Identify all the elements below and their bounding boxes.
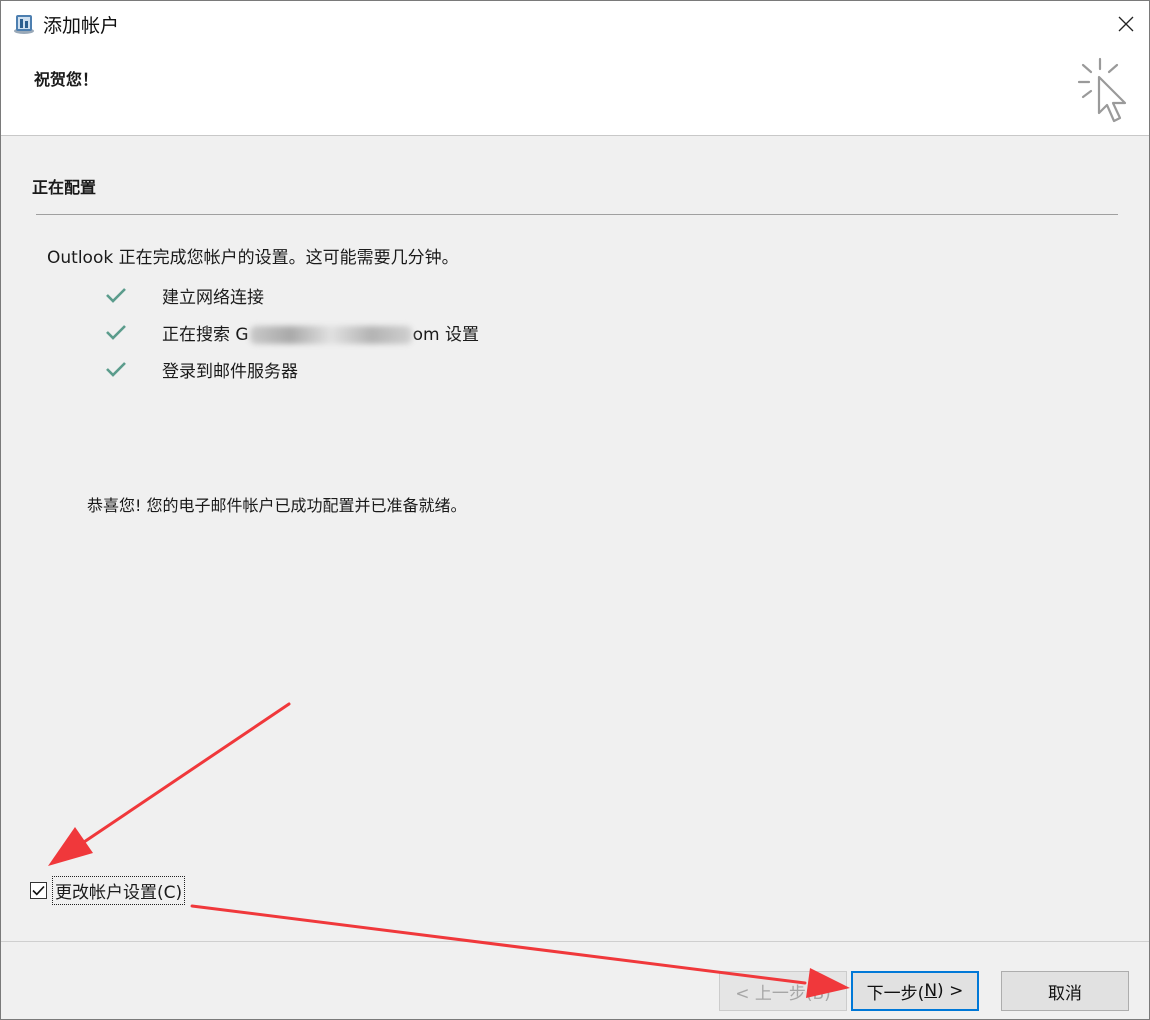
step-network: 建立网络连接 — [105, 282, 264, 308]
outlook-app-icon — [14, 15, 34, 34]
step-label-suffix: om 设置 — [412, 324, 479, 345]
checkmark-icon — [32, 885, 45, 896]
success-message: 恭喜您! 您的电子邮件帐户已成功配置并已准备就绪。 — [87, 496, 467, 515]
section-title: 正在配置 — [32, 178, 97, 197]
intro-text: Outlook 正在完成您帐户的设置。这可能需要几分钟。 — [47, 248, 459, 268]
step-label-prefix: 正在搜索 G — [162, 324, 249, 345]
step-search-settings: 正在搜索 G om 设置 — [105, 319, 479, 345]
header-title: 祝贺您！ — [34, 70, 99, 89]
step-label: 登录到邮件服务器 — [162, 361, 298, 382]
step-login: 登录到邮件服务器 — [105, 356, 298, 382]
close-button[interactable] — [1103, 1, 1149, 47]
next-label-key: N — [924, 981, 938, 1001]
redacted-email — [249, 325, 412, 344]
next-label-suffix: ) > — [937, 981, 964, 1001]
wizard-header: 祝贺您！ — [1, 47, 1149, 136]
cursor-sparkle-icon — [1077, 57, 1127, 123]
change-settings-label[interactable]: 更改帐户设置(C) — [52, 876, 186, 905]
cancel-button[interactable]: 取消 — [1001, 971, 1129, 1011]
change-settings-option[interactable]: 更改帐户设置(C) — [30, 876, 186, 905]
section-divider — [36, 214, 1118, 215]
change-settings-checkbox[interactable] — [30, 882, 47, 899]
close-icon — [1118, 16, 1134, 32]
add-account-window: 添加帐户 祝贺您！ 正在配置 Outlook 正在完成您帐户的设置。这可能需要几… — [0, 0, 1150, 1020]
footer-divider — [1, 941, 1149, 942]
check-icon — [106, 288, 126, 303]
step-label: 建立网络连接 — [162, 287, 264, 308]
step-label: 正在搜索 G om 设置 — [162, 320, 479, 345]
window-title: 添加帐户 — [43, 15, 120, 37]
back-button[interactable]: < 上一步(B) — [719, 971, 847, 1011]
check-icon — [106, 325, 126, 340]
check-icon — [106, 362, 126, 377]
next-button[interactable]: 下一步(N) > — [851, 971, 979, 1011]
next-label-prefix: 下一步( — [866, 983, 925, 1004]
title-bar: 添加帐户 — [1, 1, 1149, 47]
